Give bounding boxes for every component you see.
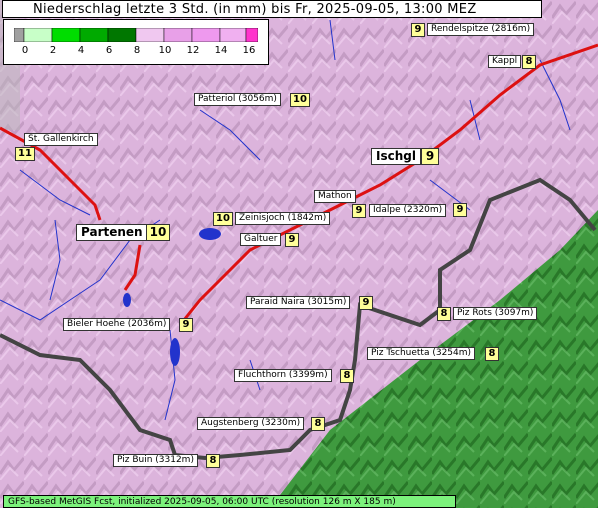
place-label: Piz Buin (3312m) xyxy=(113,454,198,467)
legend-tick: 4 xyxy=(77,45,85,56)
map-title: Niederschlag letzte 3 Std. (in mm) bis F… xyxy=(2,0,542,18)
place-label: Augstenberg (3230m) xyxy=(197,417,305,430)
precip-value: 8 xyxy=(485,347,499,361)
place-label: Paraid Naira (3015m) xyxy=(246,296,351,309)
precip-value: 11 xyxy=(15,147,35,161)
precip-value: 9 xyxy=(411,23,425,37)
precip-value: 9 xyxy=(179,318,193,332)
place-label: Zeinisjoch (1842m) xyxy=(235,212,331,225)
place-label: Ischgl xyxy=(371,148,421,165)
forecast-footer: GFS-based MetGIS Fcst, initialized 2025-… xyxy=(3,495,456,508)
terrain-map xyxy=(0,0,598,508)
precip-value: 9 xyxy=(352,204,366,218)
precip-value: 9 xyxy=(359,296,373,310)
legend-tick: 10 xyxy=(158,45,172,56)
precip-value: 10 xyxy=(213,212,233,226)
lake xyxy=(123,293,131,307)
legend-tick: 14 xyxy=(214,45,228,56)
precip-value: 9 xyxy=(453,203,467,217)
place-label: Patteriol (3056m) xyxy=(194,93,281,106)
place-label: Partenen xyxy=(76,224,148,241)
precip-value: 8 xyxy=(311,417,325,431)
legend-colorbar xyxy=(14,28,258,42)
place-label: Galtuer xyxy=(240,233,282,246)
place-label: Idalpe (2320m) xyxy=(369,204,447,217)
place-label: Bieler Hoehe (2036m) xyxy=(63,318,171,331)
legend-tick: 8 xyxy=(133,45,141,56)
precip-legend: 0 2 4 6 8 10 12 14 16 xyxy=(3,19,269,65)
legend-tick: 0 xyxy=(21,45,29,56)
place-label: St. Gallenkirch xyxy=(24,133,98,146)
precip-value: 8 xyxy=(340,369,354,383)
place-label: Fluchthorn (3399m) xyxy=(234,369,332,382)
precip-value: 9 xyxy=(285,233,299,247)
place-label: Piz Tschuetta (3254m) xyxy=(367,347,476,360)
place-label: Kappl xyxy=(488,55,522,68)
place-label: Mathon xyxy=(314,190,356,203)
precip-value: 10 xyxy=(290,93,310,107)
precip-value: 8 xyxy=(522,55,536,69)
place-label: Rendelspitze (2816m) xyxy=(427,23,535,36)
place-label: Piz Rots (3097m) xyxy=(453,307,538,320)
legend-tick: 16 xyxy=(242,45,256,56)
legend-tick: 6 xyxy=(105,45,113,56)
precip-value: 9 xyxy=(421,148,439,165)
legend-tick: 12 xyxy=(186,45,200,56)
legend-tick: 2 xyxy=(49,45,57,56)
precip-value: 10 xyxy=(146,224,170,241)
lake xyxy=(170,338,180,366)
lake xyxy=(199,228,221,240)
precip-value: 8 xyxy=(437,307,451,321)
precip-value: 8 xyxy=(206,454,220,468)
